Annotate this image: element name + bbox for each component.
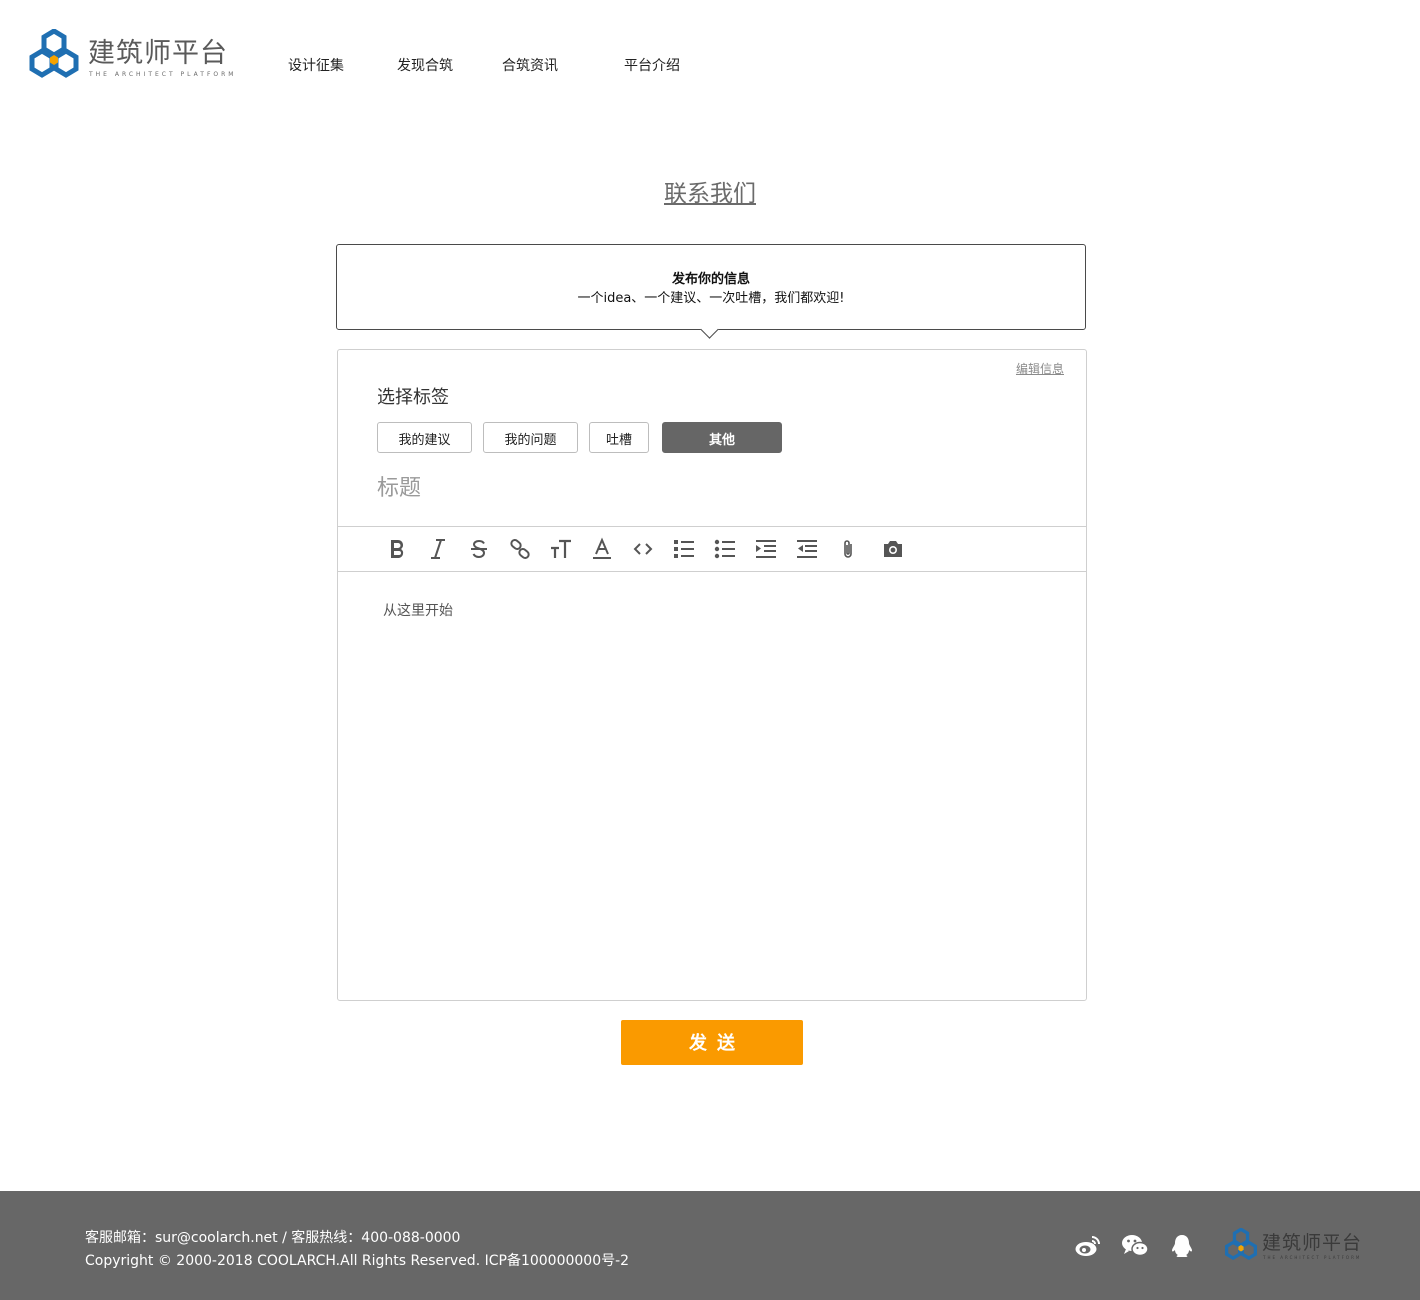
edit-info-link[interactable]: 编辑信息 (1016, 361, 1064, 377)
code-icon[interactable] (631, 537, 655, 561)
strikethrough-icon[interactable] (467, 537, 491, 561)
tag-label: 选择标签 (377, 387, 449, 408)
editor-toolbar (338, 526, 1086, 572)
footer: 客服邮箱：sur@coolarch.net / 客服热线：400-088-000… (0, 1191, 1420, 1300)
footer-contact: 客服邮箱：sur@coolarch.net / 客服热线：400-088-000… (85, 1230, 461, 1246)
tag-suggestion-button[interactable]: 我的建议 (377, 422, 472, 453)
notice-box: 发布你的信息 一个idea、一个建议、一次吐槽，我们都欢迎! (336, 244, 1086, 339)
link-icon[interactable] (508, 537, 532, 561)
footer-logo-text: 建筑师平台 (1262, 1232, 1363, 1254)
text-color-icon[interactable] (590, 537, 614, 561)
footer-logo-mark-icon (1224, 1228, 1258, 1260)
nav-item-design-call[interactable]: 设计征集 (288, 57, 344, 75)
logo-subtext: THE ARCHITECT PLATFORM (89, 71, 237, 78)
editor-body[interactable]: 从这里开始 (383, 601, 453, 621)
nav-item-discover[interactable]: 发现合筑 (397, 57, 453, 75)
nav-item-about[interactable]: 平台介绍 (624, 57, 680, 75)
nav-item-news[interactable]: 合筑资讯 (502, 57, 558, 75)
text-size-icon[interactable] (549, 537, 573, 561)
title-input[interactable]: 标题 (377, 474, 421, 504)
message-form: 编辑信息 选择标签 我的建议 我的问题 吐槽 其他 标题 从这里开始 (337, 349, 1087, 1001)
notice-pointer (700, 320, 719, 339)
site-logo[interactable]: 建筑师平台 THE ARCHITECT PLATFORM (28, 29, 233, 81)
bold-icon[interactable] (385, 537, 409, 561)
tag-question-button[interactable]: 我的问题 (483, 422, 578, 453)
logo-mark-icon (29, 29, 79, 78)
qq-icon[interactable] (1168, 1233, 1196, 1259)
ordered-list-icon[interactable] (672, 537, 696, 561)
footer-copyright: Copyright © 2000-2018 COOLARCH.All Right… (85, 1253, 630, 1269)
notice-subtext: 一个idea、一个建议、一次吐槽，我们都欢迎! (577, 291, 845, 306)
logo-text: 建筑师平台 (88, 38, 228, 69)
italic-icon[interactable] (426, 537, 450, 561)
weibo-icon[interactable] (1074, 1233, 1102, 1259)
notice-heading: 发布你的信息 (671, 272, 750, 287)
camera-icon[interactable] (881, 537, 905, 561)
footer-logo-subtext: THE ARCHITECT PLATFORM (1263, 1255, 1362, 1260)
tag-complaint-button[interactable]: 吐槽 (589, 422, 649, 453)
footer-logo[interactable]: 建筑师平台 THE ARCHITECT PLATFORM (1224, 1228, 1363, 1262)
wechat-icon[interactable] (1121, 1233, 1149, 1259)
page-title: 联系我们 (664, 181, 756, 207)
indent-icon[interactable] (754, 537, 778, 561)
attachment-icon[interactable] (836, 537, 860, 561)
unordered-list-icon[interactable] (713, 537, 737, 561)
outdent-icon[interactable] (795, 537, 819, 561)
send-button[interactable]: 发送 (621, 1020, 803, 1065)
tag-other-button[interactable]: 其他 (662, 422, 782, 453)
